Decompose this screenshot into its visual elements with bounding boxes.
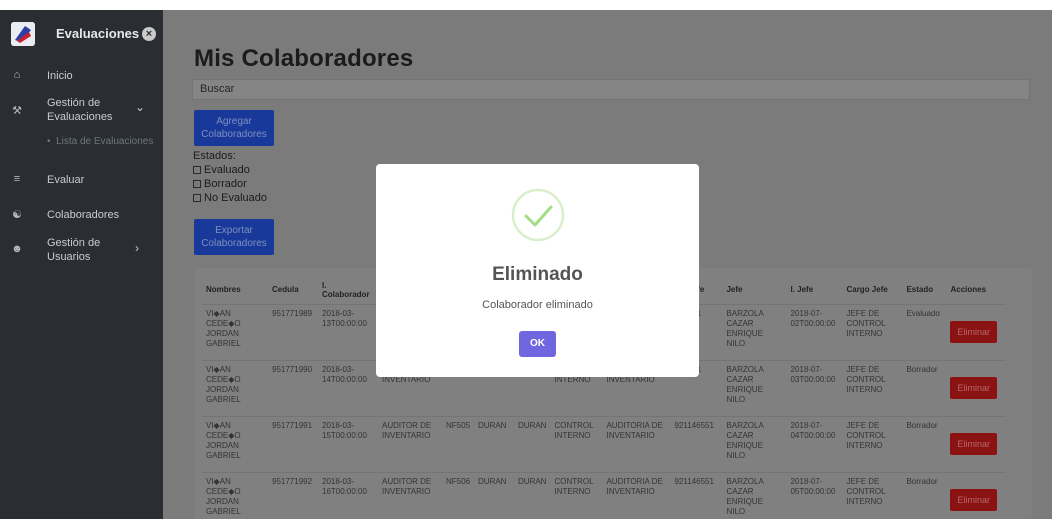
cell-cargo-jefe: JEFE DE CONTROL INTERNO [842, 471, 903, 519]
checkbox-no-evaluado[interactable] [193, 194, 201, 202]
chevron-down-icon: ⌄ [135, 100, 146, 114]
table-row: VI◆AN CEDE◆O JORDAN GABRIEL 951771991 20… [202, 415, 1007, 472]
cell-codigo: NF506 [442, 471, 475, 519]
cell-codigo: NF505 [442, 415, 475, 472]
ok-button[interactable]: OK [519, 331, 556, 357]
user-group-icon: ☻ [11, 243, 23, 255]
chevron-right-icon: › [135, 241, 139, 255]
wrench-icon: ⚒ [12, 105, 22, 117]
cell-acciones: Eliminar [946, 359, 1007, 416]
col-header-i-colaborador: I. Colaborador [322, 280, 370, 299]
export-collaborators-button[interactable]: Exportar Colaboradores [194, 219, 274, 255]
cell-i-jefe: 2018-07-05T00:00:00 [786, 471, 843, 519]
users-icon: ☯ [12, 209, 22, 221]
cell-estado: Borrador [902, 415, 947, 472]
filter-evaluado[interactable]: Evaluado [193, 163, 267, 177]
cell-i-colaborador: 2018-03-13T00:00:00 [318, 303, 378, 360]
sidebar-header: Evaluaciones × [0, 10, 163, 60]
col-header-cedula: Cedula [272, 285, 299, 295]
cell-jefe: BARZOLA CAZAR ENRIQUE NILO [722, 415, 787, 472]
cell-departamento: AUDITORIA DE INVENTARIO [602, 415, 671, 472]
filter-no-evaluado[interactable]: No Evaluado [193, 191, 267, 205]
col-header-nombres: Nombres [206, 285, 241, 295]
cell-cargo-jefe: JEFE DE CONTROL INTERNO [842, 359, 903, 416]
cell-jefe: BARZOLA CAZAR ENRIQUE NILO [722, 471, 787, 519]
sidebar-item-inicio[interactable]: ⌂ Inicio [0, 66, 163, 86]
cell-cargo-jefe: JEFE DE CONTROL INTERNO [842, 415, 903, 472]
checkbox-evaluado[interactable] [193, 166, 201, 174]
cell-i-colaborador: 2018-03-16T00:00:00 [318, 471, 378, 519]
estados-filter: Estados: Evaluado Borrador No Evaluado [193, 149, 267, 205]
modal-message: Colaborador eliminado [482, 299, 593, 311]
cell-area: CONTROL INTERNO [550, 415, 603, 472]
table-row: VI◆AN CEDE◆O JORDAN GABRIEL 951771992 20… [202, 471, 1007, 519]
col-header-cargo-jefe: Cargo Jefe [846, 285, 888, 295]
list-icon: ≡ [13, 173, 21, 185]
cell-i-jefe: 2018-07-02T00:00:00 [786, 303, 843, 360]
cell-sede: DURAN [514, 415, 551, 472]
col-header-jefe: Jefe [726, 285, 743, 295]
cell-cargo: AUDITOR DE INVENTARIO [378, 415, 442, 472]
cell-departamento: AUDITORIA DE INVENTARIO [602, 471, 671, 519]
cell-estado: Borrador [902, 359, 947, 416]
delete-button[interactable]: Eliminar [950, 488, 997, 511]
cell-acciones: Eliminar [946, 303, 1007, 360]
success-modal: Eliminado Colaborador eliminado OK [376, 164, 699, 377]
estados-label: Estados: [193, 150, 236, 162]
top-strip [0, 0, 1052, 10]
cell-cedula: 951771991 [268, 415, 318, 472]
sidebar-item-evaluar[interactable]: ≡ Evaluar [0, 171, 163, 189]
cell-estado: Borrador [902, 471, 947, 519]
brand-title: Evaluaciones [56, 26, 140, 41]
add-collaborators-button[interactable]: Agregar Colaboradores [194, 110, 274, 146]
cell-i-jefe: 2018-07-03T00:00:00 [786, 359, 843, 416]
col-header-i-jefe: I. Jefe [790, 285, 814, 295]
cell-cedula: 951771990 [268, 359, 318, 416]
cell-cargo: AUDITOR DE INVENTARIO [378, 471, 442, 519]
delete-button[interactable]: Eliminar [950, 376, 997, 399]
sidebar-item-colaboradores[interactable]: ☯ Colaboradores [0, 206, 163, 224]
cell-cedula: 951771992 [268, 471, 318, 519]
cell-jefe: BARZOLA CAZAR ENRIQUE NILO [722, 359, 787, 416]
sidebar: Evaluaciones × ⌂ Inicio ⚒ Gestión de Eva… [0, 10, 163, 519]
close-sidebar-icon[interactable]: × [142, 27, 156, 41]
cell-acciones: Eliminar [946, 415, 1007, 472]
cell-nombres: VI◆AN CEDE◆O JORDAN GABRIEL [202, 415, 268, 472]
checkbox-borrador[interactable] [193, 180, 201, 188]
cell-ciudad: DURAN [474, 471, 515, 519]
search-input[interactable]: Buscar [192, 79, 1030, 100]
cell-i-colaborador: 2018-03-14T00:00:00 [318, 359, 378, 416]
cell-nombres: VI◆AN CEDE◆O JORDAN GABRIEL [202, 303, 268, 360]
modal-title: Eliminado [492, 264, 583, 285]
delete-button[interactable]: Eliminar [950, 432, 997, 455]
sidebar-item-gestion-usuarios[interactable]: ☻ Gestión de Usuarios › [0, 234, 163, 266]
cell-i-jefe: 2018-07-04T00:00:00 [786, 415, 843, 472]
cell-i-colaborador: 2018-03-15T00:00:00 [318, 415, 378, 472]
col-header-estado: Estado [906, 285, 934, 295]
success-check-icon [511, 188, 565, 242]
cell-cedula-jefe: 921146551 [670, 415, 723, 472]
sidebar-subitem-lista-evaluaciones[interactable]: • Lista de Evaluaciones [47, 136, 153, 147]
cell-jefe: BARZOLA CAZAR ENRIQUE NILO [722, 303, 787, 360]
cell-sede: DURAN [514, 471, 551, 519]
cell-cedula-jefe: 921146551 [670, 471, 723, 519]
cell-estado: Evaluado [902, 303, 947, 360]
col-header-acciones: Acciones [950, 285, 987, 295]
cell-acciones: Eliminar [946, 471, 1007, 519]
cell-nombres: VI◆AN CEDE◆O JORDAN GABRIEL [202, 471, 268, 519]
cell-ciudad: DURAN [474, 415, 515, 472]
filter-borrador[interactable]: Borrador [193, 177, 267, 191]
cell-cargo-jefe: JEFE DE CONTROL INTERNO [842, 303, 903, 360]
sidebar-item-gestion-evaluaciones[interactable]: ⚒ Gestión de Evaluaciones ⌄ [0, 95, 163, 127]
cell-cedula: 951771989 [268, 303, 318, 360]
cell-nombres: VI◆AN CEDE◆O JORDAN GABRIEL [202, 359, 268, 416]
app-logo-icon [11, 22, 35, 46]
delete-button[interactable]: Eliminar [950, 320, 997, 343]
cell-area: CONTROL INTERNO [550, 471, 603, 519]
page-title: Mis Colaboradores [194, 45, 414, 72]
home-icon: ⌂ [13, 69, 21, 81]
bullet-icon: • [47, 136, 57, 147]
